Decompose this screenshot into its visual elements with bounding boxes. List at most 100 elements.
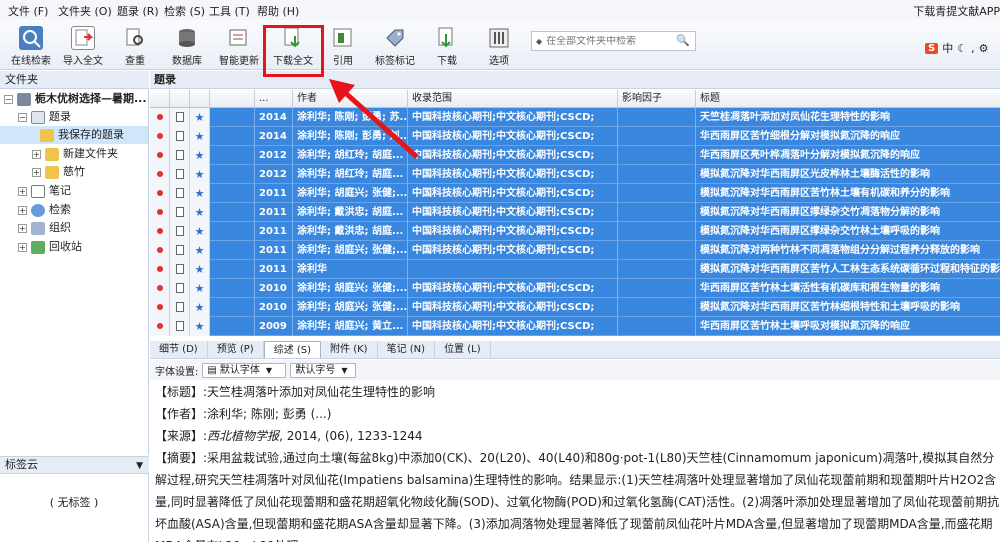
document-icon[interactable]	[170, 146, 190, 165]
table-row[interactable]: ★ 2012 涂利华; 胡红玲; 胡庭... 中国科技核心期刊;中文核心期刊;CSCD…	[150, 165, 1000, 184]
menu-records[interactable]: 题录 (R)	[117, 3, 169, 19]
tag-mark-button[interactable]: 标签标记	[370, 22, 420, 68]
tree-root[interactable]: − 栀木优树选择—暑期...	[4, 90, 147, 108]
unread-dot-icon[interactable]	[150, 146, 170, 165]
thesis-icon[interactable]	[170, 260, 190, 279]
star-icon[interactable]: ★	[190, 279, 210, 298]
table-row[interactable]: ★ 2012 涂利华; 胡红玲; 胡庭... 中国科技核心期刊;中文核心期刊;CSCD…	[150, 146, 1000, 165]
download-fulltext-button[interactable]: 下载全文	[268, 22, 318, 68]
unread-dot-icon[interactable]	[150, 222, 170, 241]
tree-item-cizhu[interactable]: + 慈竹	[32, 163, 85, 181]
tree-item-notes[interactable]: + 笔记	[18, 182, 71, 200]
document-icon[interactable]	[170, 317, 190, 336]
sogou-icon[interactable]: S	[925, 42, 939, 54]
online-search-button[interactable]: 在线检索	[6, 22, 56, 68]
unread-dot-icon[interactable]	[150, 108, 170, 127]
col-year[interactable]: ...	[255, 90, 293, 108]
star-icon[interactable]: ★	[190, 222, 210, 241]
unread-dot-icon[interactable]	[150, 279, 170, 298]
document-icon[interactable]	[170, 127, 190, 146]
tab-attachments[interactable]: 附件 (K)	[321, 341, 378, 358]
download-button[interactable]: 下载	[422, 22, 472, 68]
detail-author-value[interactable]: 涂利华; 陈刚; 彭勇 (...)	[207, 407, 331, 421]
moon-icon[interactable]: ☾	[957, 42, 967, 55]
col-dummy[interactable]	[210, 90, 255, 108]
table-row[interactable]: ★ 2014 涂利华; 陈刚; 彭勇; 刘... 中国科技核心期刊;中文核心期刊;CS…	[150, 127, 1000, 146]
star-icon[interactable]: ★	[190, 127, 210, 146]
menu-search[interactable]: 检索 (S)	[164, 3, 215, 19]
document-icon[interactable]	[170, 298, 190, 317]
punct-icon[interactable]: ,	[971, 42, 975, 55]
tab-preview[interactable]: 预览 (P)	[208, 341, 264, 358]
detail-source-journal[interactable]: 西北植物学报	[207, 429, 279, 443]
download-app-link[interactable]: 下载青提文献APP	[913, 3, 1000, 19]
menu-file[interactable]: 文件 (F)	[8, 3, 58, 19]
tree-item-recycle-bin[interactable]: + 回收站	[18, 238, 82, 256]
star-icon[interactable]: ★	[190, 184, 210, 203]
star-icon[interactable]: ★	[190, 298, 210, 317]
table-row[interactable]: ★ 2011 涂利华; 戴洪忠; 胡庭... 中国科技核心期刊;中文核心期刊;CSCD…	[150, 222, 1000, 241]
collapse-arrow-icon[interactable]: ▼	[136, 458, 143, 474]
tree-item-search[interactable]: + 检索	[18, 201, 71, 219]
tree-item-new-folder[interactable]: + 新建文件夹	[32, 145, 118, 163]
col-author[interactable]: 作者	[293, 90, 408, 108]
unread-dot-icon[interactable]	[150, 165, 170, 184]
document-icon[interactable]	[170, 279, 190, 298]
ime-mode-label[interactable]: 中	[942, 40, 953, 56]
table-row[interactable]: ★ 2010 涂利华; 胡庭兴; 张健;... 中国科技核心期刊;中文核心期刊;CSC…	[150, 298, 1000, 317]
font-size-select[interactable]: 默认字号 ▼	[290, 362, 357, 378]
menu-tools[interactable]: 工具 (T)	[209, 3, 260, 19]
menu-help[interactable]: 帮助 (H)	[257, 3, 309, 19]
smart-update-button[interactable]: 智能更新	[214, 22, 264, 68]
star-icon[interactable]: ★	[190, 165, 210, 184]
unread-dot-icon[interactable]	[150, 317, 170, 336]
table-row[interactable]: ★ 2010 涂利华; 胡庭兴; 张健;... 中国科技核心期刊;中文核心期刊;CSC…	[150, 279, 1000, 298]
tab-location[interactable]: 位置 (L)	[435, 341, 491, 358]
col-type[interactable]	[170, 90, 190, 108]
cite-button[interactable]: 引用	[318, 22, 368, 68]
unread-dot-icon[interactable]	[150, 260, 170, 279]
col-flag[interactable]	[150, 90, 170, 108]
gear-icon[interactable]: ⚙	[979, 42, 989, 55]
unread-dot-icon[interactable]	[150, 184, 170, 203]
star-icon[interactable]: ★	[190, 260, 210, 279]
star-icon[interactable]: ★	[190, 108, 210, 127]
document-icon[interactable]	[170, 184, 190, 203]
font-family-select[interactable]: ▤ 默认字体 ▼	[202, 362, 287, 378]
col-star[interactable]	[190, 90, 210, 108]
tab-details[interactable]: 细节 (D)	[150, 341, 208, 358]
star-icon[interactable]: ★	[190, 241, 210, 260]
table-row[interactable]: ★ 2011 涂利华; 胡庭兴; 张健;... 中国科技核心期刊;中文核心期刊;CSC…	[150, 241, 1000, 260]
expand-icon[interactable]: +	[32, 167, 41, 177]
unread-dot-icon[interactable]	[150, 241, 170, 260]
unread-dot-icon[interactable]	[150, 298, 170, 317]
star-icon[interactable]: ★	[190, 146, 210, 165]
tab-summary[interactable]: 综述 (S)	[263, 341, 322, 358]
table-row[interactable]: ★ 2011 涂利华; 戴洪忠; 胡庭... 中国科技核心期刊;中文核心期刊;CSCD…	[150, 203, 1000, 222]
search-icon[interactable]: 🔍	[676, 34, 690, 47]
table-row[interactable]: ★ 2011 涂利华; 胡庭兴; 张健;... 中国科技核心期刊;中文核心期刊;CSC…	[150, 184, 1000, 203]
table-row[interactable]: ★ 2009 涂利华; 胡庭兴; 黄立... 中国科技核心期刊;中文核心期刊;CSCD…	[150, 317, 1000, 336]
collapse-icon[interactable]: −	[4, 94, 13, 104]
database-button[interactable]: 数据库	[162, 22, 212, 68]
document-icon[interactable]	[170, 222, 190, 241]
col-scope[interactable]: 收录范围	[408, 90, 618, 108]
options-button[interactable]: 选项	[474, 22, 524, 68]
document-icon[interactable]	[170, 241, 190, 260]
col-title[interactable]: 标题	[696, 90, 1000, 108]
document-icon[interactable]	[170, 165, 190, 184]
expand-icon[interactable]: +	[18, 223, 27, 233]
import-fulltext-button[interactable]: 导入全文	[58, 22, 108, 68]
tree-item-organize[interactable]: + 组织	[18, 219, 71, 237]
table-row[interactable]: ★ 2011 涂利华 模拟氮沉降对华西雨屏区苦竹人工林生态系统碳循环过程和特征的影响	[150, 260, 1000, 279]
tree-item-records[interactable]: − 题录	[18, 108, 71, 126]
expand-icon[interactable]: +	[18, 205, 27, 215]
star-icon[interactable]: ★	[190, 203, 210, 222]
expand-icon[interactable]: +	[18, 242, 27, 252]
document-icon[interactable]	[170, 203, 190, 222]
unread-dot-icon[interactable]	[150, 127, 170, 146]
tree-item-saved-records[interactable]: 我保存的题录	[0, 126, 148, 144]
search-input[interactable]	[542, 35, 678, 47]
unread-dot-icon[interactable]	[150, 203, 170, 222]
expand-icon[interactable]: +	[18, 186, 27, 196]
